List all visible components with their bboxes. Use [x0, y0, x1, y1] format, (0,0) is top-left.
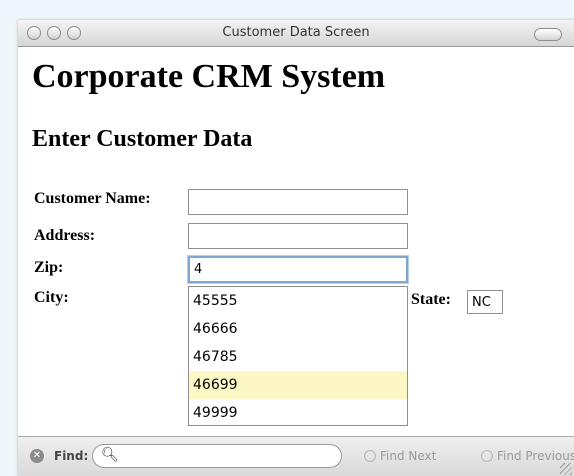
search-icon: 🔍︎: [101, 447, 119, 463]
customer-name-label: Customer Name:: [34, 190, 151, 207]
find-bar: ✕ Find: 🔍︎ Find Next Find Previous: [18, 436, 574, 476]
autocomplete-option[interactable]: 49999: [189, 399, 407, 427]
browser-window: Customer Data Screen Corporate CRM Syste…: [18, 20, 574, 476]
state-input[interactable]: [467, 290, 503, 314]
address-input[interactable]: [188, 223, 408, 249]
autocomplete-option[interactable]: 46785: [189, 343, 407, 371]
state-label: State:: [411, 291, 451, 308]
zip-autocomplete-list: 45555 46666 46785 46699 49999: [188, 286, 408, 426]
find-previous-icon: [481, 450, 493, 462]
page-subtitle: Enter Customer Data: [32, 126, 253, 152]
find-previous-label: Find Previous: [497, 449, 574, 463]
title-bar: Customer Data Screen: [18, 20, 574, 47]
autocomplete-option[interactable]: 45555: [189, 287, 407, 315]
find-previous-button[interactable]: Find Previous: [481, 449, 574, 463]
find-next-button[interactable]: Find Next: [364, 449, 436, 463]
autocomplete-option[interactable]: 46666: [189, 315, 407, 343]
city-label: City:: [34, 289, 69, 306]
zip-input[interactable]: [188, 256, 408, 283]
window-title: Customer Data Screen: [222, 25, 370, 40]
resize-grip-icon[interactable]: [560, 463, 572, 475]
find-input[interactable]: 🔍︎: [92, 444, 342, 468]
close-find-bar-icon[interactable]: ✕: [30, 449, 44, 463]
toolbar-toggle-button[interactable]: [534, 28, 562, 41]
find-next-icon: [364, 450, 376, 462]
find-next-label: Find Next: [380, 449, 437, 463]
zip-label: Zip:: [34, 259, 64, 276]
autocomplete-option-highlighted[interactable]: 46699: [189, 371, 407, 399]
customer-name-input[interactable]: [188, 189, 408, 215]
address-label: Address:: [34, 227, 96, 244]
page-title: Corporate CRM System: [32, 58, 386, 95]
find-label: Find:: [54, 449, 89, 463]
